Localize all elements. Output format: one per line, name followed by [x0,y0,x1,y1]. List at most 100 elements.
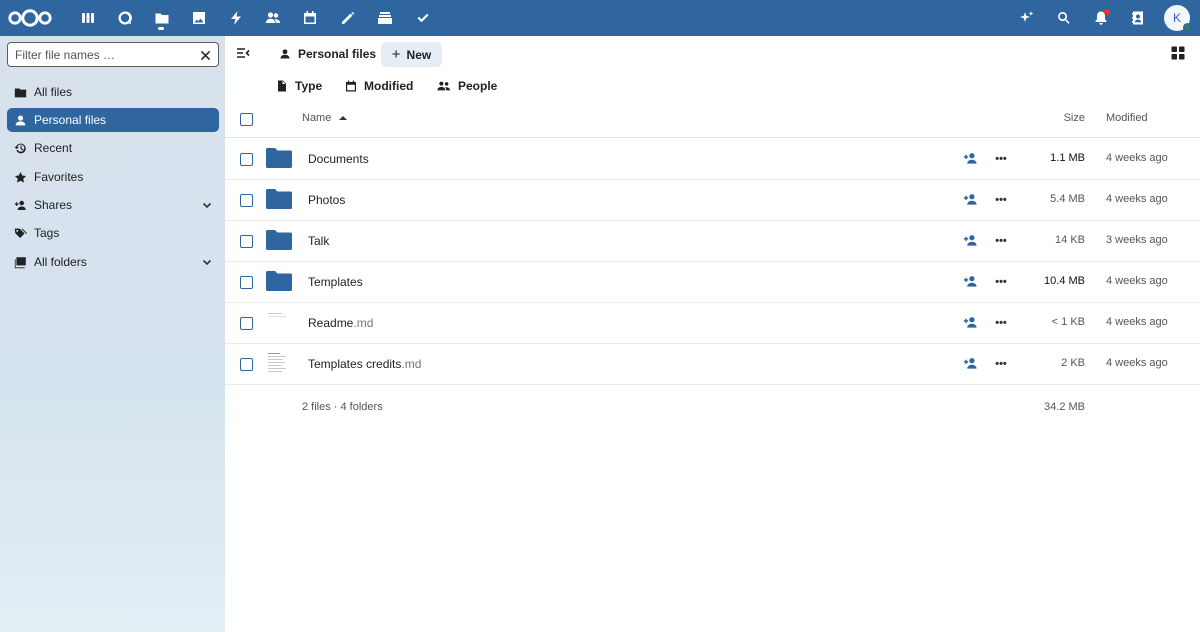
share-icon[interactable] [963,356,979,372]
share-icon[interactable] [963,151,979,167]
file-size: < 1 KB [1051,316,1085,328]
breadcrumb[interactable]: Personal files [276,42,376,66]
file-name[interactable]: Talk [308,234,329,248]
table-row[interactable]: Readme.md ••• < 1 KB 4 weeks ago [225,303,1200,344]
more-actions-icon[interactable]: ••• [993,356,1009,372]
file-basename: Talk [308,234,330,248]
folder-icon [266,229,292,253]
chevron-down-icon[interactable] [201,256,213,268]
sidebar-item-all-files[interactable]: All files [7,80,219,104]
file-name[interactable]: Templates credits.md [308,357,421,371]
column-header-size[interactable]: Size [1064,112,1085,124]
photos-icon[interactable] [187,6,211,30]
share-icon[interactable] [963,192,979,208]
table-row[interactable]: Talk ••• 14 KB 3 weeks ago [225,221,1200,262]
file-basename: Templates [308,275,363,289]
filter-modified-label: Modified [364,79,414,93]
document-thumbnail-icon [268,352,288,376]
filter-input[interactable] [8,43,188,66]
star-icon [13,170,27,184]
more-actions-icon[interactable]: ••• [993,274,1009,290]
sidebar-item-recent[interactable]: Recent [7,136,219,160]
filter-people-label: People [458,79,498,93]
table-row[interactable]: Documents ••• 1.1 MB 4 weeks ago [225,139,1200,180]
share-icon[interactable] [963,233,979,249]
sidebar-item-label: Recent [34,141,73,155]
row-checkbox[interactable] [240,194,253,207]
share-icon[interactable] [963,315,979,331]
filter-field[interactable] [7,42,219,67]
active-app-indicator [158,27,164,30]
search-icon[interactable] [1052,6,1076,30]
sidebar-item-personal-files[interactable]: Personal files [7,108,219,132]
scrollbar[interactable] [1189,36,1200,632]
user-avatar[interactable]: K [1164,5,1192,32]
sidebar-item-tags[interactable]: Tags [7,221,219,245]
more-actions-icon[interactable]: ••• [993,192,1009,208]
document-thumbnail-icon [268,311,288,335]
deck-icon[interactable] [373,6,397,30]
filter-modified-button[interactable]: Modified [345,76,413,96]
notifications-icon[interactable] [1089,6,1113,30]
row-checkbox[interactable] [240,317,253,330]
assistant-icon[interactable] [1015,6,1039,30]
filter-type-label: Type [295,79,323,93]
chevron-down-icon[interactable] [201,199,213,211]
filter-people-button[interactable]: People [437,76,497,96]
nextcloud-logo[interactable] [6,6,54,30]
calendar-icon[interactable] [298,6,322,30]
user-icon [13,113,27,127]
file-name[interactable]: Readme.md [308,316,373,330]
calendar-icon [346,80,356,92]
sidebar-item-label: All folders [34,255,87,269]
file-basename: Readme [308,316,354,330]
dashboard-icon[interactable] [76,6,100,30]
clear-filter-icon[interactable] [197,47,213,63]
row-checkbox[interactable] [240,358,253,371]
filter-type-button[interactable]: Type [276,76,322,96]
file-name[interactable]: Templates [308,275,363,289]
column-header-name-label: Name [302,112,332,124]
row-checkbox[interactable] [240,153,253,166]
more-actions-icon[interactable]: ••• [993,151,1009,167]
file-modified: 4 weeks ago [1106,316,1168,328]
select-all-checkbox[interactable] [240,113,253,126]
folder-icon [13,85,27,99]
contacts-menu-icon[interactable] [1126,6,1150,30]
sidebar-item-all-folders[interactable]: All folders [7,250,219,274]
notes-icon[interactable] [336,6,360,30]
folder-icon [266,188,292,212]
new-button-label: New [406,47,432,62]
toggle-navigation-icon[interactable] [236,46,252,62]
folder-icon [266,147,292,171]
file-basename: Documents [308,152,369,166]
sidebar-item-favorites[interactable]: Favorites [7,165,219,189]
column-header-modified[interactable]: Modified [1106,112,1148,124]
tasks-icon[interactable] [411,6,435,30]
share-icon[interactable] [963,274,979,290]
column-header-name[interactable]: Name [302,112,348,124]
activity-icon[interactable] [224,6,248,30]
folder-icon [266,270,292,294]
table-row[interactable]: Templates ••• 10.4 MB 4 weeks ago [225,262,1200,303]
tag-icon [13,226,27,240]
more-actions-icon[interactable]: ••• [993,233,1009,249]
people-icon [437,81,451,91]
file-name[interactable]: Photos [308,193,345,207]
grid-view-icon[interactable] [1171,46,1187,62]
sidebar-item-shares[interactable]: Shares [7,193,219,217]
row-checkbox[interactable] [240,235,253,248]
breadcrumb-label: Personal files [298,47,377,61]
new-button[interactable]: + New [381,42,442,67]
talk-icon[interactable] [113,6,137,30]
more-actions-icon[interactable]: ••• [993,315,1009,331]
file-size: 2 KB [1061,357,1085,369]
file-extension: .md [401,357,422,371]
sort-ascending-icon [339,116,348,120]
row-checkbox[interactable] [240,276,253,289]
notification-badge [1104,9,1110,15]
table-row[interactable]: Templates credits.md ••• 2 KB 4 weeks ag… [225,344,1200,385]
file-name[interactable]: Documents [308,152,369,166]
table-row[interactable]: Photos ••• 5.4 MB 4 weeks ago [225,180,1200,221]
contacts-icon[interactable] [261,6,285,30]
